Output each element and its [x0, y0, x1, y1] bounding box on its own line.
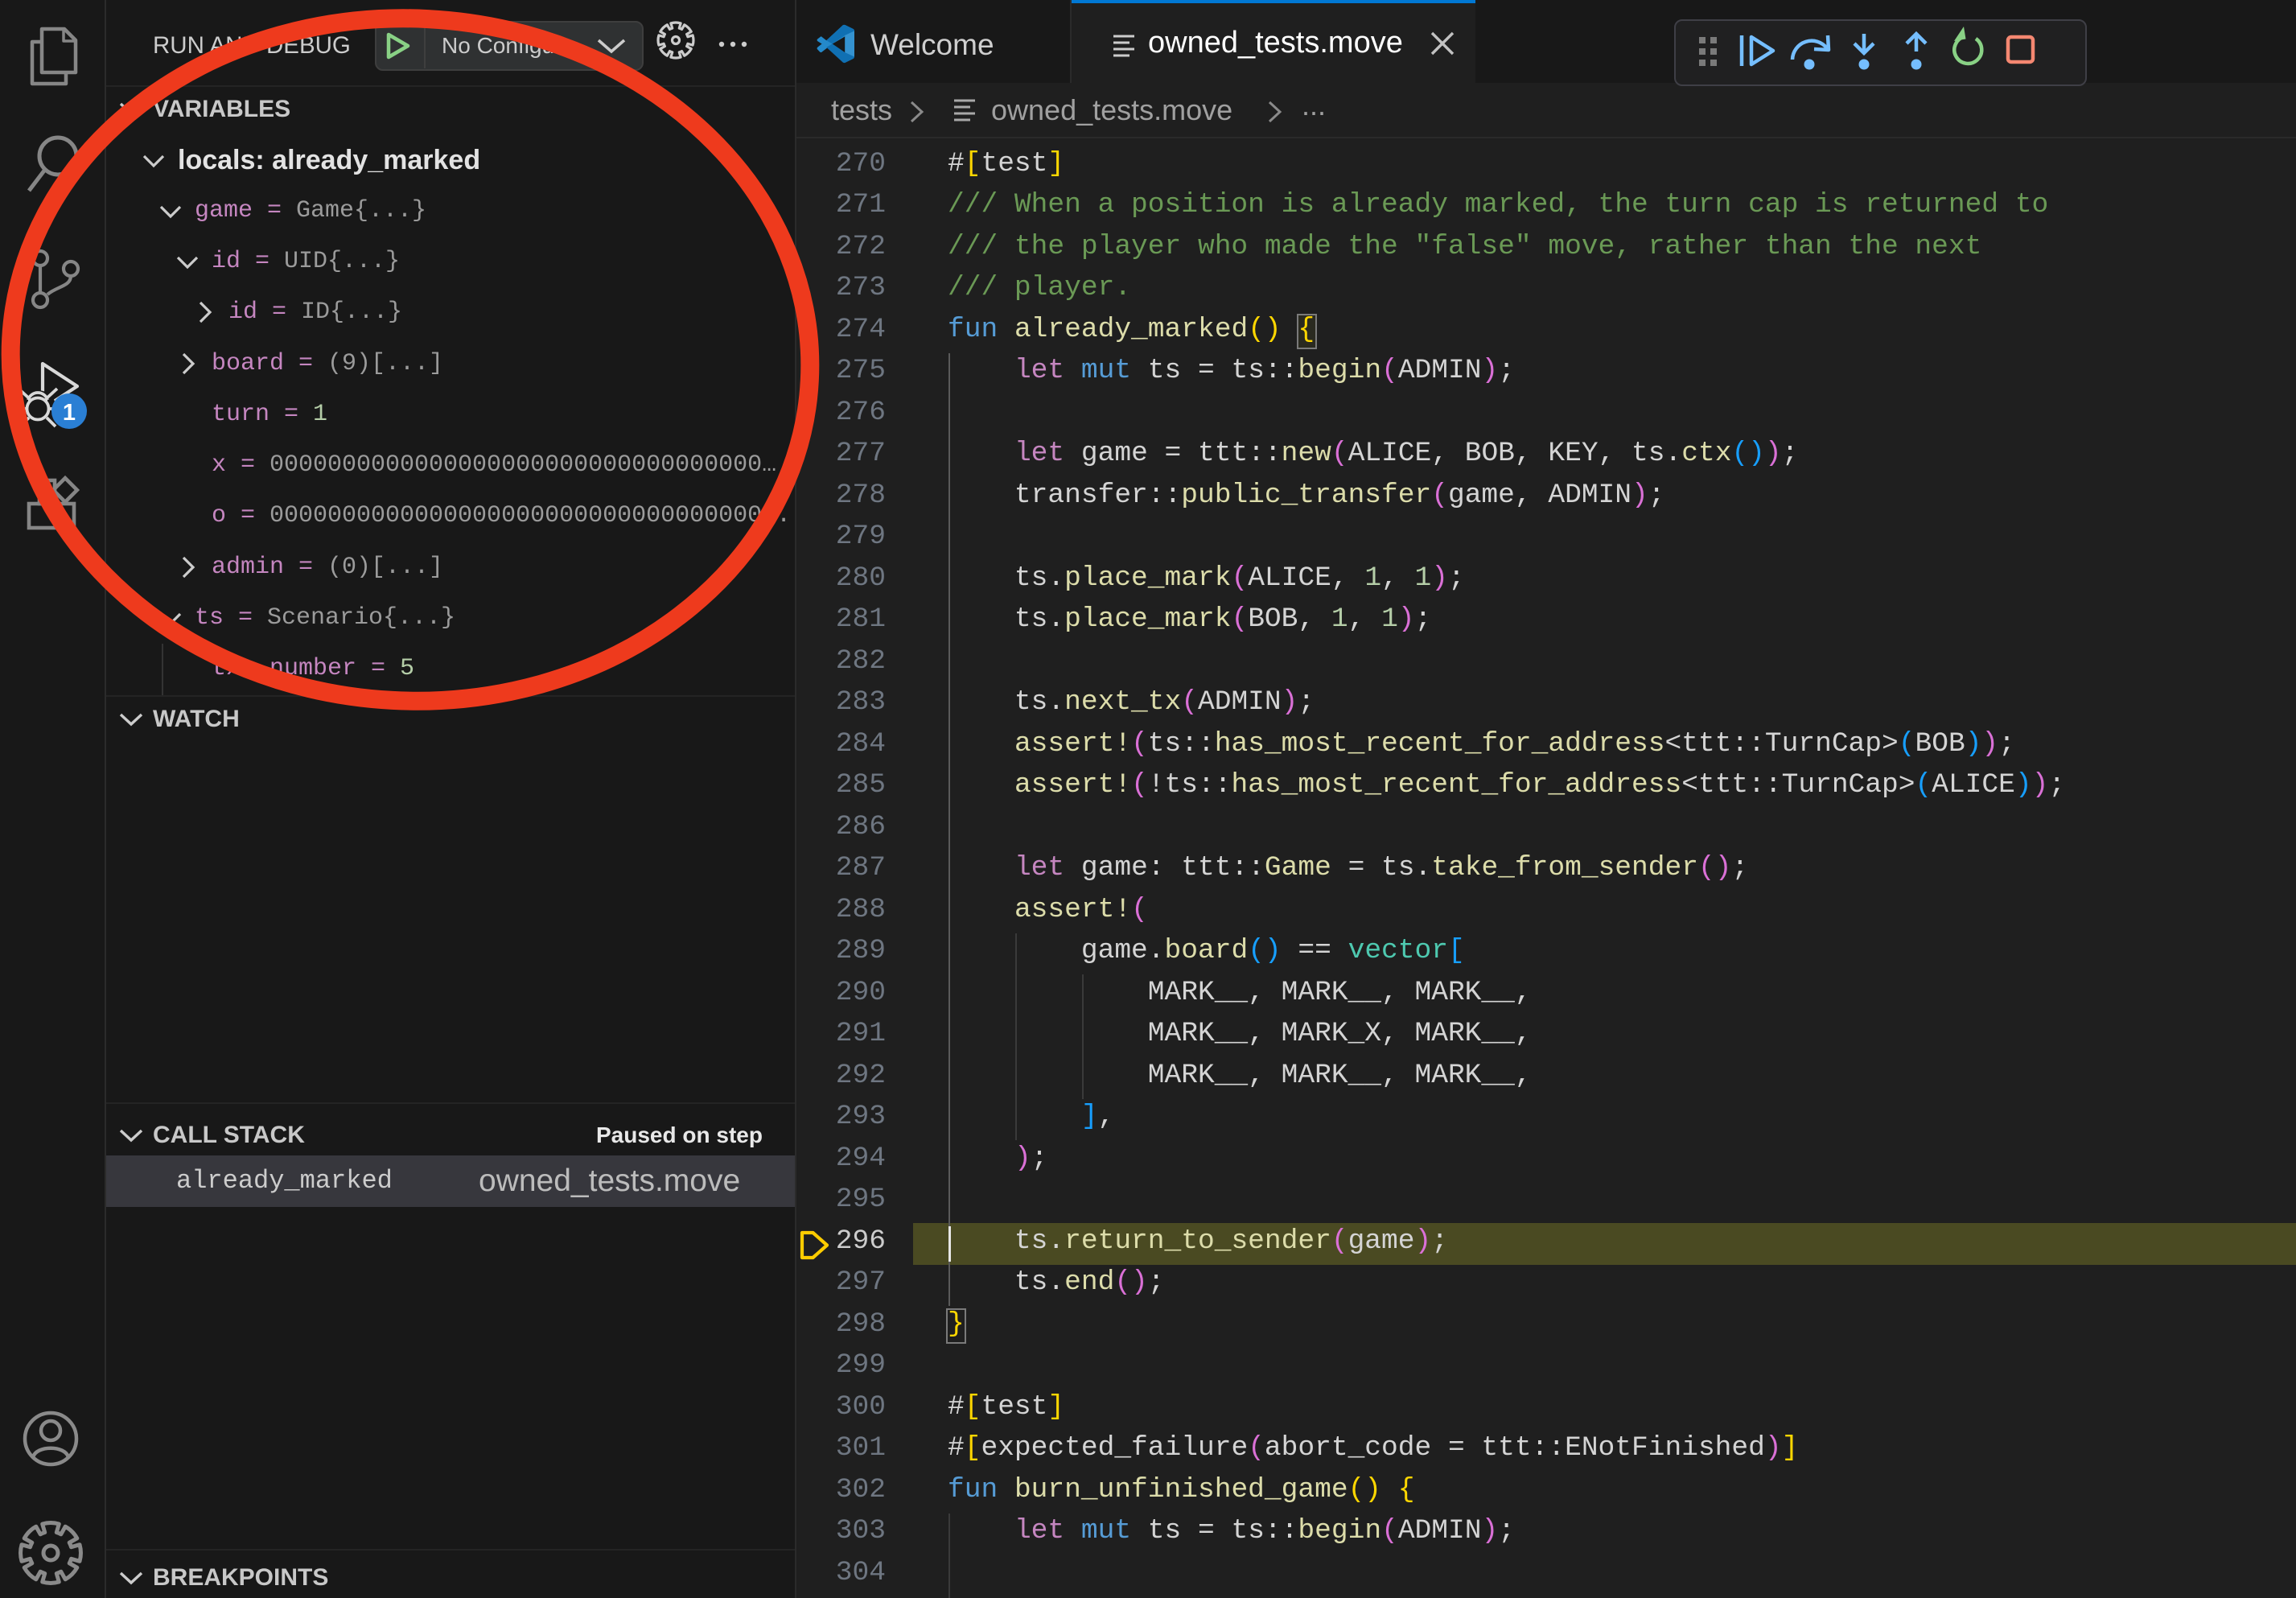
- svg-text:1: 1: [63, 400, 76, 426]
